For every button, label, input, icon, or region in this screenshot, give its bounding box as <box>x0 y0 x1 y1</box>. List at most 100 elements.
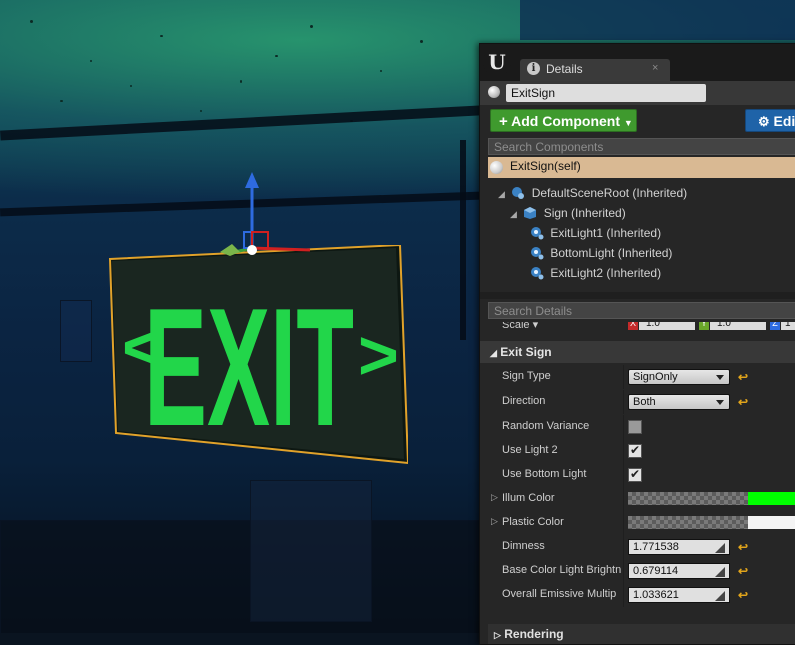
divider[interactable] <box>623 415 624 439</box>
drag-handle-icon[interactable] <box>715 543 725 553</box>
tab-details-label: Details <box>546 62 583 76</box>
base-color-light-brightness-input[interactable]: 0.679114 <box>628 563 730 579</box>
prop-label: Plastic Color <box>502 516 564 528</box>
dimness-input[interactable]: 1.771538 <box>628 539 730 555</box>
sign-type-dropdown[interactable]: SignOnly <box>628 369 730 385</box>
scene-component-icon <box>512 187 525 199</box>
divider[interactable] <box>623 487 624 511</box>
tree-item-exit-light-1[interactable]: ExitLight1 (Inherited) <box>530 223 661 243</box>
gizmo-y-arrow[interactable] <box>220 244 240 256</box>
direction-dropdown[interactable]: Both <box>628 394 730 410</box>
plastic-color-swatch[interactable] <box>628 516 795 529</box>
point-light-icon <box>531 267 544 280</box>
random-variance-checkbox[interactable] <box>628 420 642 434</box>
search-components-input[interactable]: Search Components <box>488 138 795 155</box>
divider[interactable] <box>623 559 624 583</box>
gizmo-pivot[interactable] <box>247 245 257 255</box>
edit-blueprint-button[interactable]: ⚙ Edi <box>745 109 795 132</box>
tree-item-sign[interactable]: ◢ Sign (Inherited) <box>510 203 626 223</box>
panel-splitter[interactable] <box>480 292 795 299</box>
search-details-input[interactable]: Search Details <box>488 302 795 319</box>
ceiling-speck <box>130 85 132 87</box>
checkmark-icon: ✔ <box>630 443 641 457</box>
ceiling-speck <box>60 100 63 102</box>
info-icon: i <box>527 62 540 75</box>
tree-expand-icon[interactable]: ◢ <box>510 204 520 224</box>
sign-right-chevron: > <box>358 316 399 394</box>
add-component-button[interactable]: + Add Component ▼ <box>490 109 637 132</box>
prop-use-bottom-light: Use Bottom Light ✔ <box>480 463 795 487</box>
color-fill <box>748 516 795 529</box>
use-light-2-checkbox[interactable]: ✔ <box>628 443 642 458</box>
ceiling-speck <box>200 110 202 112</box>
ceiling-speck <box>275 55 278 57</box>
prop-label: Illum Color <box>502 492 555 504</box>
drag-handle-icon[interactable] <box>715 567 725 577</box>
section-title: Exit Sign <box>500 345 552 359</box>
collapse-arrow-icon: ◢ <box>490 348 497 358</box>
reset-to-default-icon[interactable]: ↩ <box>738 540 752 554</box>
z-axis-badge: Z <box>770 322 780 330</box>
divider[interactable] <box>623 365 624 389</box>
tree-item-label: DefaultSceneRoot (Inherited) <box>531 186 688 200</box>
section-rendering[interactable]: ▷ Rendering <box>488 624 795 644</box>
prop-base-color-light-brightness: Base Color Light Brightn 0.679114 ↩ <box>480 559 795 583</box>
number-value: 1.771538 <box>633 541 679 553</box>
ceiling-beam <box>460 140 466 340</box>
scale-z-input[interactable]: 1 <box>781 322 795 330</box>
prop-overall-emissive: Overall Emissive Multip 1.033621 ↩ <box>480 583 795 607</box>
divider[interactable] <box>623 463 624 487</box>
illum-color-swatch[interactable] <box>628 492 795 505</box>
divider[interactable] <box>623 511 624 535</box>
actor-name-field[interactable]: ExitSign <box>506 84 706 102</box>
ceiling-speck <box>240 80 242 83</box>
divider[interactable] <box>623 535 624 559</box>
wall-panel <box>60 300 92 362</box>
number-value: 0.679114 <box>633 565 679 577</box>
y-axis-badge: Y <box>699 322 709 330</box>
expand-arrow-icon[interactable]: ▷ <box>491 516 498 527</box>
reset-to-default-icon[interactable]: ↩ <box>738 370 752 384</box>
add-component-label: Add Component <box>511 113 621 129</box>
ceiling-speck <box>380 70 382 72</box>
transform-gizmo[interactable] <box>210 170 340 270</box>
tree-item-exit-light-2[interactable]: ExitLight2 (Inherited) <box>530 263 661 283</box>
tree-expand-icon[interactable]: ◢ <box>498 184 508 204</box>
prop-label: Use Light 2 <box>502 444 558 456</box>
gizmo-z-arrow[interactable] <box>245 172 259 188</box>
expand-arrow-icon[interactable]: ▷ <box>491 492 498 503</box>
use-bottom-light-checkbox[interactable]: ✔ <box>628 467 642 482</box>
static-mesh-icon <box>524 207 537 219</box>
tree-item-bottom-light[interactable]: BottomLight (Inherited) <box>530 243 672 263</box>
prop-random-variance: Random Variance <box>480 415 795 439</box>
prop-dimness: Dimness 1.771538 ↩ <box>480 535 795 559</box>
divider[interactable] <box>623 390 624 414</box>
overall-emissive-input[interactable]: 1.033621 <box>628 587 730 603</box>
exit-sign-mesh[interactable]: < EXIT > <box>108 245 408 475</box>
tab-close-icon[interactable]: × <box>652 62 658 74</box>
tree-item-default-scene-root[interactable]: ◢ DefaultSceneRoot (Inherited) <box>498 183 687 203</box>
component-self-item[interactable]: ExitSign(self) <box>488 157 795 178</box>
gizmo-plane-handle[interactable] <box>251 231 269 249</box>
color-fill <box>748 492 795 505</box>
reset-to-default-icon[interactable]: ↩ <box>738 395 752 409</box>
prop-label: Direction <box>502 395 546 407</box>
reset-to-default-icon[interactable]: ↩ <box>738 564 752 578</box>
prop-label: Sign Type <box>502 370 551 382</box>
tab-details[interactable]: i Details × <box>520 59 670 81</box>
prop-label: Random Variance <box>502 420 590 432</box>
divider[interactable] <box>623 583 624 607</box>
scale-y-input[interactable]: 1.0 <box>710 322 766 330</box>
reset-to-default-icon[interactable]: ↩ <box>738 588 752 602</box>
prop-plastic-color: ▷ Plastic Color <box>480 511 795 535</box>
divider[interactable] <box>623 439 624 463</box>
chevron-down-icon: ▼ <box>623 118 633 128</box>
sign-exit-text: EXIT <box>144 273 354 461</box>
ceiling-speck <box>310 25 313 28</box>
scale-x-input[interactable]: 1.0 <box>639 322 695 330</box>
floor-shadow <box>0 520 482 633</box>
section-exit-sign[interactable]: ◢ Exit Sign <box>480 341 795 363</box>
edit-blueprint-label: Edi <box>773 113 795 129</box>
drag-handle-icon[interactable] <box>715 591 725 601</box>
ceiling-panel <box>520 0 795 40</box>
